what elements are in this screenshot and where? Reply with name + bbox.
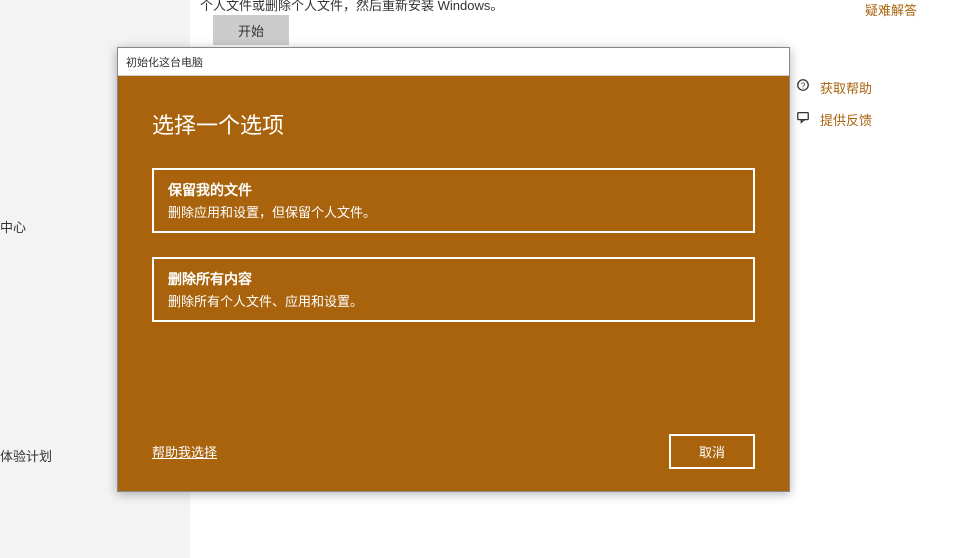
option-keep-files[interactable]: 保留我的文件 删除应用和设置，但保留个人文件。 (152, 168, 755, 233)
reset-pc-dialog: 初始化这台电脑 选择一个选项 保留我的文件 删除应用和设置，但保留个人文件。 删… (117, 47, 790, 492)
dialog-body: 选择一个选项 保留我的文件 删除应用和设置，但保留个人文件。 删除所有内容 删除… (118, 76, 789, 491)
option-keep-files-title: 保留我的文件 (168, 180, 739, 200)
cancel-button[interactable]: 取消 (669, 434, 755, 469)
get-help-link[interactable]: 获取帮助 (820, 78, 872, 97)
dialog-footer: 帮助我选择 取消 (152, 434, 755, 469)
dialog-heading: 选择一个选项 (152, 108, 755, 140)
left-nav-item-partial-1[interactable]: 中心 (0, 217, 26, 236)
feedback-icon (796, 110, 810, 127)
give-feedback-link[interactable]: 提供反馈 (820, 110, 872, 129)
start-reset-button[interactable]: 开始 (213, 15, 289, 45)
left-nav-item-partial-2[interactable]: 体验计划 (0, 446, 52, 465)
option-remove-everything-desc: 删除所有个人文件、应用和设置。 (168, 291, 739, 310)
dialog-titlebar: 初始化这台电脑 (118, 48, 789, 76)
option-remove-everything[interactable]: 删除所有内容 删除所有个人文件、应用和设置。 (152, 257, 755, 322)
help-me-choose-link[interactable]: 帮助我选择 (152, 442, 217, 461)
option-remove-everything-title: 删除所有内容 (168, 269, 739, 289)
dialog-window-title: 初始化这台电脑 (126, 54, 203, 70)
option-keep-files-desc: 删除应用和设置，但保留个人文件。 (168, 202, 739, 221)
help-icon: ? (796, 78, 810, 95)
svg-text:?: ? (801, 82, 806, 91)
background-description-fragment: 个人文件或删除个人文件，然后重新安装 Windows。 (200, 0, 503, 14)
troubleshoot-link[interactable]: 疑难解答 (865, 0, 917, 19)
